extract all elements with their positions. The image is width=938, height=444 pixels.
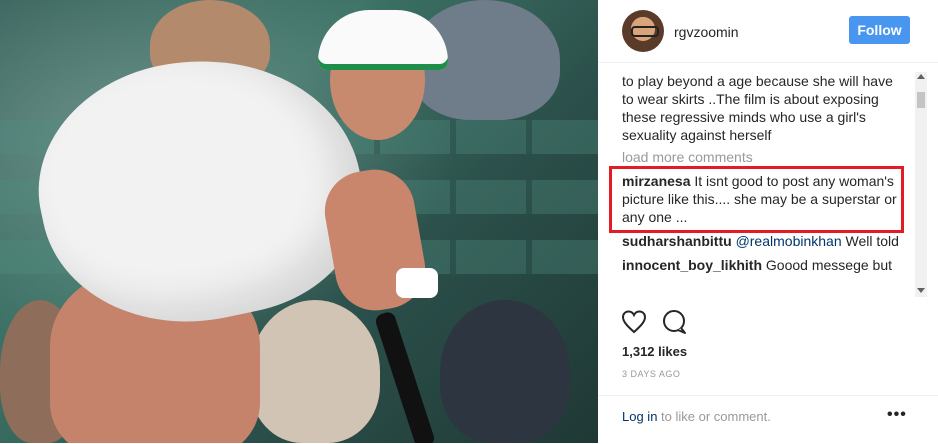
comment-username[interactable]: innocent_boy_likhith <box>622 257 762 273</box>
login-prompt: Log in to like or comment. <box>622 409 771 424</box>
action-icons <box>621 310 686 334</box>
load-more-comments[interactable]: load more comments <box>622 148 908 166</box>
comment-username[interactable]: sudharshanbittu <box>622 233 732 249</box>
spectator <box>250 300 380 443</box>
comments-scrollbar[interactable] <box>915 72 927 297</box>
comment-item: sudharshanbittu @realmobinkhan Well told <box>622 232 908 250</box>
heart-icon[interactable] <box>621 310 647 334</box>
scroll-up-icon[interactable] <box>917 74 925 79</box>
post-photo[interactable] <box>0 0 598 443</box>
comment-item: innocent_boy_likhith Goood messege but <box>622 256 908 274</box>
login-link[interactable]: Log in <box>622 409 657 424</box>
comment-footer: Log in to like or comment. ••• <box>598 395 938 444</box>
likes-count[interactable]: 1,312 likes <box>622 344 687 359</box>
glasses-icon <box>631 26 659 37</box>
login-prompt-text: to like or comment. <box>661 409 771 424</box>
comment-icon[interactable] <box>663 310 686 334</box>
scroll-thumb[interactable] <box>917 92 925 108</box>
highlight-box <box>609 166 904 233</box>
wristband <box>396 268 438 298</box>
spectator <box>440 300 570 443</box>
comment-text: Well told <box>845 233 899 249</box>
post-header: rgvzoomin Follow <box>598 0 938 63</box>
follow-button[interactable]: Follow <box>849 16 910 44</box>
comment-text: Goood messege but <box>765 257 892 273</box>
racket <box>373 310 437 443</box>
avatar[interactable] <box>622 10 664 52</box>
more-options-icon[interactable]: ••• <box>887 406 907 424</box>
username[interactable]: rgvzoomin <box>674 24 739 40</box>
action-bar <box>621 310 702 336</box>
caption-text: to play beyond a age because she will ha… <box>622 73 893 143</box>
comment-mention[interactable]: @realmobinkhan <box>736 233 842 249</box>
post-date: 3 DAYS AGO <box>622 369 681 379</box>
scroll-down-icon[interactable] <box>917 288 925 293</box>
